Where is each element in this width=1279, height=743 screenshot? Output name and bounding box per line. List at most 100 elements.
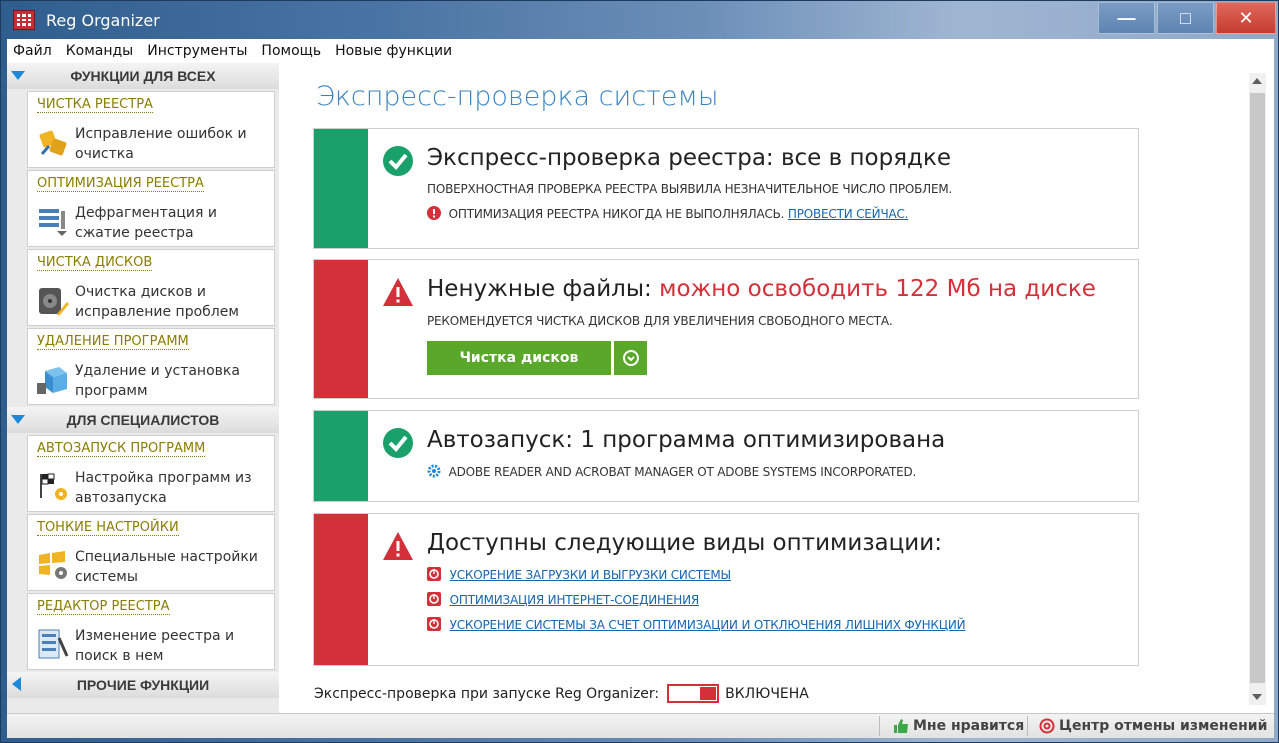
panel-title: Доступны следующие виды оптимизации: xyxy=(427,530,942,556)
section-header-pro[interactable]: ДЛЯ СПЕЦИАЛИСТОВ xyxy=(7,407,279,433)
card-description: Исправление ошибок и очистка xyxy=(75,126,247,162)
undo-ring-icon xyxy=(1039,718,1055,734)
registry-check-panel: Экспресс-проверка реестра: все в порядке… xyxy=(313,128,1139,249)
status-bar-warn xyxy=(314,514,368,665)
registry-editor-icon xyxy=(38,629,69,659)
autostart-panel: Автозапуск: 1 программа оптимизирована A… xyxy=(313,410,1139,502)
panel-text: РЕКОМЕНДУЕТСЯ ЧИСТКА ДИСКОВ ДЛЯ УВЕЛИЧЕН… xyxy=(427,314,893,328)
section-header-all-label: ФУНКЦИИ ДЛЯ ВСЕХ xyxy=(70,68,216,84)
startup-check-row: Экспресс-проверка при запуске Reg Organi… xyxy=(314,684,809,703)
error-icon xyxy=(427,206,441,220)
sidebar-item-uninstall[interactable]: УДАЛЕНИЕ ПРОГРАММ Удаление и установка п… xyxy=(27,328,275,405)
scroll-thumb[interactable] xyxy=(1250,93,1265,683)
card-description: Специальные настройки системы xyxy=(75,549,258,585)
panel-title-main: Ненужные файлы: xyxy=(427,276,652,302)
status-bar-warn xyxy=(314,260,368,398)
card-description: Дефрагментация и сжатие реестра xyxy=(75,205,218,241)
registry-optimize-icon xyxy=(39,209,67,236)
menu-file[interactable]: Файл xyxy=(13,43,52,59)
clean-options-button[interactable] xyxy=(614,341,647,375)
card-title[interactable]: УДАЛЕНИЕ ПРОГРАММ xyxy=(37,334,189,350)
maximize-button[interactable]: □ xyxy=(1157,2,1214,34)
panel-text-line: ADOBE READER AND ACROBAT MANAGER ОТ ADOB… xyxy=(427,464,916,479)
thumbs-up-icon xyxy=(894,719,908,733)
card-title[interactable]: ОПТИМИЗАЦИЯ РЕЕСТРА xyxy=(37,176,204,192)
close-button[interactable]: ✕ xyxy=(1216,2,1276,34)
minimize-button[interactable]: — xyxy=(1098,2,1155,34)
sidebar-item-autostart[interactable]: АВТОЗАПУСК ПРОГРАММ Настройка программ и… xyxy=(27,435,275,512)
menu-new-features[interactable]: Новые функции xyxy=(335,43,452,59)
sidebar-item-registry-clean[interactable]: ЧИСТКА РЕЕСТРА Исправление ошибок и очис… xyxy=(27,91,275,168)
section-header-other[interactable]: ПРОЧИЕ ФУНКЦИИ xyxy=(7,672,279,698)
menu-bar: Файл Команды Инструменты Помощь Новые фу… xyxy=(7,39,1274,63)
client-area: Файл Команды Инструменты Помощь Новые фу… xyxy=(7,39,1274,738)
sidebar-item-registry-editor[interactable]: РЕДАКТОР РЕЕСТРА Изменение реестра и пои… xyxy=(27,593,275,670)
expand-arrow-icon[interactable] xyxy=(12,677,21,691)
options-circle-icon xyxy=(622,350,639,366)
scroll-down-arrow-icon[interactable] xyxy=(1252,694,1262,700)
optimizations-panel: Доступны следующие виды оптимизации: УСК… xyxy=(313,513,1139,666)
autostart-icon xyxy=(40,473,67,500)
optimization-link-internet[interactable]: ОПТИМИЗАЦИЯ ИНТЕРНЕТ-СОЕДИНЕНИЯ xyxy=(450,593,700,607)
card-title[interactable]: РЕДАКТОР РЕЕСТРА xyxy=(37,599,170,615)
card-description: Изменение реестра и поиск в нем xyxy=(75,628,235,664)
sidebar: ФУНКЦИИ ДЛЯ ВСЕХ ЧИСТКА РЕЕСТРА Исправле… xyxy=(7,63,279,713)
app-logo-icon[interactable] xyxy=(13,10,35,30)
status-separator xyxy=(1027,716,1028,736)
card-title[interactable]: ТОНКИЕ НАСТРОЙКИ xyxy=(37,520,179,536)
junk-files-panel: Ненужные файлы: можно освободить 122 Мб … xyxy=(313,259,1139,399)
run-now-link[interactable]: ПРОВЕСТИ СЕЙЧАС. xyxy=(788,207,909,221)
page-title: Экспресс-проверка системы xyxy=(316,81,719,112)
card-description: Настройка программ из автозапуска xyxy=(75,470,252,506)
card-description: Очистка дисков и исправление проблем xyxy=(75,284,239,320)
title-bar[interactable]: Reg Organizer — □ ✕ xyxy=(1,1,1278,39)
status-bar-ok xyxy=(314,411,368,501)
like-label: Мне нравится xyxy=(913,718,1025,734)
startup-check-toggle[interactable] xyxy=(667,684,720,703)
collapse-arrow-icon[interactable] xyxy=(11,415,25,424)
check-circle-icon xyxy=(383,146,413,176)
startup-check-state: ВКЛЮЧЕНА xyxy=(725,685,809,702)
menu-help[interactable]: Помощь xyxy=(261,43,321,59)
warning-triangle-icon xyxy=(383,278,413,306)
disk-clean-icon xyxy=(39,288,69,316)
optimization-item: УСКОРЕНИЕ СИСТЕМЫ ЗА СЧЕТ ОПТИМИЗАЦИИ И … xyxy=(427,617,966,632)
section-header-all[interactable]: ФУНКЦИИ ДЛЯ ВСЕХ xyxy=(7,63,279,89)
like-button[interactable]: Мне нравится xyxy=(893,718,1024,734)
status-bar: Мне нравится Центр отмены изменений xyxy=(7,713,1274,738)
sidebar-item-disk-clean[interactable]: ЧИСТКА ДИСКОВ Очистка дисков и исправлен… xyxy=(27,249,275,326)
section-header-other-label: ПРОЧИЕ ФУНКЦИИ xyxy=(76,677,210,693)
main-content: Экспресс-проверка системы Экспресс-прове… xyxy=(279,63,1274,713)
check-circle-icon xyxy=(383,428,413,458)
toggle-knob xyxy=(700,687,717,700)
uninstall-icon xyxy=(37,367,67,394)
scroll-up-arrow-icon[interactable] xyxy=(1252,78,1262,84)
gear-icon xyxy=(427,464,441,478)
window-title: Reg Organizer xyxy=(46,11,160,30)
optimization-link-boot[interactable]: УСКОРЕНИЕ ЗАГРУЗКИ И ВЫГРУЗКИ СИСТЕМЫ xyxy=(450,568,732,582)
menu-tools[interactable]: Инструменты xyxy=(147,43,247,59)
menu-commands[interactable]: Команды xyxy=(66,43,134,59)
panel-title: Автозапуск: 1 программа оптимизирована xyxy=(427,427,946,453)
card-title[interactable]: ЧИСТКА ДИСКОВ xyxy=(37,255,153,271)
optimize-badge-icon xyxy=(427,592,441,606)
optimize-badge-icon xyxy=(427,567,441,581)
status-bar-ok xyxy=(314,129,368,248)
sidebar-item-tweaks[interactable]: ТОНКИЕ НАСТРОЙКИ Специальные настройки с… xyxy=(27,514,275,591)
panel-text: ПОВЕРХНОСТНАЯ ПРОВЕРКА РЕЕСТРА ВЫЯВИЛА Н… xyxy=(427,182,953,196)
collapse-arrow-icon[interactable] xyxy=(11,71,25,80)
optimization-link-system[interactable]: УСКОРЕНИЕ СИСТЕМЫ ЗА СЧЕТ ОПТИМИЗАЦИИ И … xyxy=(450,618,966,632)
optimize-badge-icon xyxy=(427,617,441,631)
undo-center-button[interactable]: Центр отмены изменений xyxy=(1039,718,1267,734)
warning-triangle-icon xyxy=(383,532,413,560)
app-window: Reg Organizer — □ ✕ Файл Команды Инструм… xyxy=(0,0,1279,743)
tweaks-icon xyxy=(39,551,67,579)
startup-check-label: Экспресс-проверка при запуске Reg Organi… xyxy=(314,685,660,702)
vertical-scrollbar[interactable] xyxy=(1249,73,1266,705)
clean-disks-button[interactable]: Чистка дисков xyxy=(427,341,611,375)
card-title[interactable]: АВТОЗАПУСК ПРОГРАММ xyxy=(37,441,206,457)
card-title[interactable]: ЧИСТКА РЕЕСТРА xyxy=(37,97,153,113)
registry-clean-icon xyxy=(39,130,67,156)
sidebar-item-registry-optimize[interactable]: ОПТИМИЗАЦИЯ РЕЕСТРА Дефрагментация и сжа… xyxy=(27,170,275,247)
undo-center-label: Центр отмены изменений xyxy=(1059,718,1268,734)
